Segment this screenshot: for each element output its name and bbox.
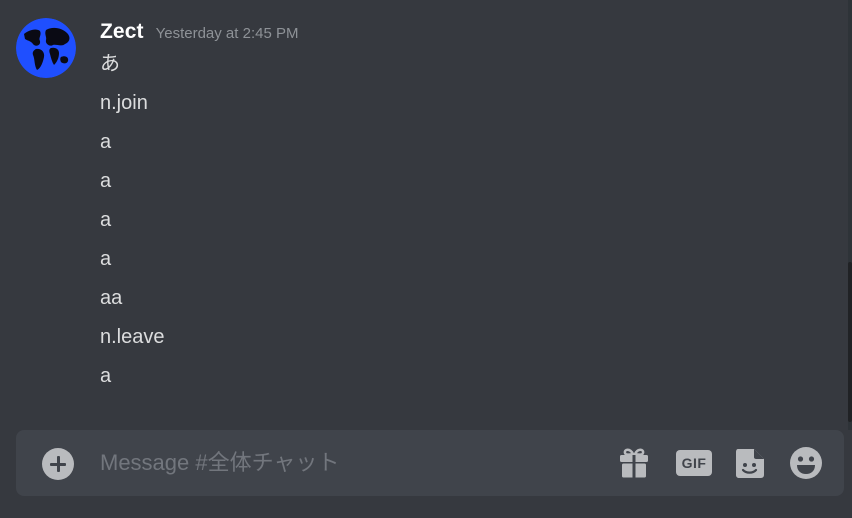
smile-icon bbox=[790, 447, 822, 479]
message-line: あ bbox=[100, 53, 120, 75]
message-line: a bbox=[100, 365, 112, 387]
username[interactable]: Zect bbox=[100, 20, 144, 44]
emoji-button[interactable] bbox=[788, 445, 824, 481]
message-input[interactable] bbox=[100, 443, 580, 483]
message-header: Zect Yesterday at 2:45 PM bbox=[100, 20, 298, 48]
message-line: a bbox=[100, 131, 112, 153]
message-composer: GIF bbox=[16, 430, 844, 496]
message-line: a bbox=[100, 209, 112, 231]
avatar[interactable] bbox=[16, 18, 76, 78]
message-line: aa bbox=[100, 287, 123, 309]
message-line: a bbox=[100, 248, 112, 270]
gift-button[interactable] bbox=[616, 445, 652, 481]
gif-icon: GIF bbox=[676, 450, 712, 476]
sticker-icon bbox=[736, 449, 764, 478]
gift-icon bbox=[620, 448, 648, 478]
scrollbar-thumb[interactable] bbox=[848, 262, 852, 422]
message-line: n.leave bbox=[100, 326, 165, 348]
globe-icon bbox=[16, 18, 76, 78]
timestamp: Yesterday at 2:45 PM bbox=[155, 25, 299, 42]
message-lines: あ n.join a a a a aa n.leave a bbox=[100, 48, 165, 399]
message-line: a bbox=[100, 170, 112, 192]
sticker-button[interactable] bbox=[732, 445, 768, 481]
gif-button[interactable]: GIF bbox=[676, 445, 712, 481]
plus-circle-icon[interactable] bbox=[42, 448, 74, 480]
message-line: n.join bbox=[100, 92, 148, 114]
